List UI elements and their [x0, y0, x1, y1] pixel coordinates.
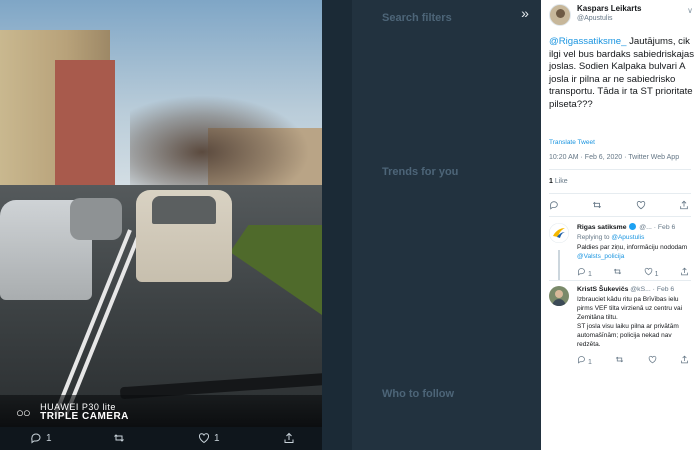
share-icon [283, 432, 295, 444]
replying-to-handle[interactable]: @Apustulis [611, 234, 644, 241]
reply-author-name[interactable]: KristS Šukevičs [577, 286, 628, 293]
tweet-panel: Kaspars Leikarts @Apustulis ∨ @Rigassati… [541, 0, 699, 450]
watermark-camera: TRIPLE CAMERA [40, 411, 129, 422]
translate-tweet-link[interactable]: Translate Tweet [549, 139, 595, 146]
retweet-icon[interactable] [592, 200, 604, 212]
tweet-body: Jautājums, cik ilgi vel bus bardaks sabi… [549, 36, 695, 110]
reply-author-handle[interactable]: @... [639, 224, 652, 231]
tweet-mention[interactable]: @Rigassatiksme_ [549, 36, 626, 47]
reply-author-name[interactable]: Rigas satiksme [577, 224, 627, 231]
reply-header: Rigas satiksme @... · Feb 6 [577, 223, 695, 231]
reply-like-button[interactable] [648, 355, 657, 366]
author-handle[interactable]: @Apustulis [577, 15, 641, 22]
retweet-icon [613, 267, 622, 276]
reply-date[interactable]: · Feb 6 [653, 286, 675, 293]
author-avatar[interactable] [549, 4, 571, 26]
reply-header: KristS Šukevičs @kS... · Feb 6 [577, 286, 695, 293]
reply-icon[interactable] [549, 200, 561, 212]
divider [549, 169, 691, 170]
reply-avatar[interactable] [549, 223, 569, 243]
tweet-actions [549, 200, 691, 212]
reply-reply-count: 1 [587, 359, 592, 366]
reply-icon [577, 267, 586, 276]
reply-avatar[interactable] [549, 286, 569, 306]
heart-icon [198, 432, 210, 444]
reply-text: Paldies par ziņu, informāciju nododam @V… [577, 243, 695, 261]
divider [549, 280, 691, 281]
like-button[interactable]: 1 [198, 432, 220, 444]
reply-actions: 1 1 [577, 267, 689, 278]
reply-button[interactable]: 1 [30, 432, 52, 444]
retweet-icon [113, 432, 125, 444]
tweet-like-label: Like [554, 178, 568, 185]
who-to-follow-heading: Who to follow [382, 388, 455, 400]
share-button[interactable] [283, 432, 295, 444]
reply-retweet-button[interactable] [613, 267, 622, 278]
share-icon[interactable] [679, 200, 691, 212]
heart-icon[interactable] [636, 200, 648, 212]
camera-watermark: ○○ HUAWEI P30 lite TRIPLE CAMERA [16, 402, 129, 422]
divider [549, 216, 691, 217]
photo-van-window [152, 196, 216, 224]
reply-like-count: 1 [654, 271, 659, 278]
divider [549, 193, 691, 194]
replying-to-label: Replying to [577, 234, 610, 241]
reply-reply-button[interactable]: 1 [577, 355, 592, 366]
photo-action-bar: 1 1 [0, 427, 322, 450]
trends-heading: Trends for you [382, 166, 459, 178]
reply-share-button[interactable] [680, 355, 689, 366]
expand-panel-icon[interactable]: » [515, 4, 535, 22]
reply-text-body: Paldies par ziņu, informāciju nododam [577, 244, 688, 251]
background-sidebar [352, 0, 541, 450]
retweet-icon [615, 355, 624, 364]
verified-icon [629, 223, 637, 230]
reply-date[interactable]: · Feb 6 [654, 224, 676, 231]
reply-text-mention[interactable]: @Valsts_policija [577, 253, 624, 260]
search-filters-heading: Search filters [382, 12, 452, 24]
tweet-timestamp[interactable]: 10:20 AM · Feb 6, 2020 · Twitter Web App [549, 154, 679, 161]
tweet-like-count: 1 [549, 178, 553, 185]
author-name[interactable]: Kaspars Leikarts [577, 4, 641, 13]
reply-reply-button[interactable]: 1 [577, 267, 592, 278]
retweet-button[interactable] [113, 432, 125, 444]
share-icon [680, 355, 689, 364]
reply-like-button[interactable]: 1 [644, 267, 659, 278]
photo-trees [130, 95, 310, 190]
reply-reply-count: 1 [587, 271, 592, 278]
reply-icon [577, 355, 586, 364]
reply-author-handle[interactable]: @kS... [630, 286, 651, 293]
share-icon [680, 267, 689, 276]
reply-count: 1 [46, 432, 52, 444]
reply-share-button[interactable] [680, 267, 689, 278]
photo-car-middle [70, 198, 122, 240]
heart-icon [644, 267, 653, 276]
reply-actions: 1 [577, 355, 689, 366]
reply-icon [30, 432, 42, 444]
tweet-photo[interactable]: ○○ HUAWEI P30 lite TRIPLE CAMERA [0, 0, 322, 427]
like-count: 1 [214, 432, 220, 444]
heart-icon [648, 355, 657, 364]
tweet-likes[interactable]: 1 Like [549, 178, 568, 185]
camera-logo-icon: ○○ [16, 404, 31, 420]
photo-building-red [55, 60, 115, 200]
reply-text: Izbrauciet kādu ritu pa Brīvības ielu pi… [577, 296, 683, 348]
thread-line [558, 250, 560, 280]
chevron-down-icon[interactable]: ∨ [687, 6, 693, 15]
tweet-author[interactable]: Kaspars Leikarts @Apustulis [549, 4, 641, 26]
tweet-text: @Rigassatiksme_ Jautājums, cik ilgi vel … [549, 36, 695, 111]
replying-to: Replying to @Apustulis [577, 234, 695, 241]
reply-retweet-button[interactable] [615, 355, 624, 366]
